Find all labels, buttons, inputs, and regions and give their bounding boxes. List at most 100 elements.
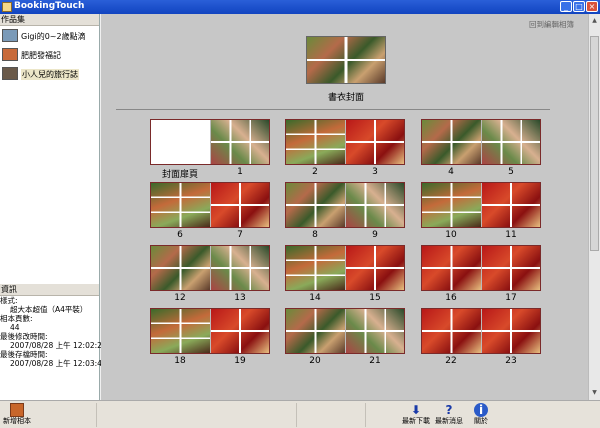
page-thumbnail[interactable] <box>480 120 540 164</box>
page-spread[interactable] <box>285 308 405 354</box>
download-button[interactable]: ⬇ 最新下載 <box>399 403 433 428</box>
page-thumbnail[interactable] <box>344 120 404 164</box>
page-thumbnail[interactable] <box>422 120 481 164</box>
latest-news-button[interactable]: ? 最新消息 <box>432 403 466 428</box>
download-label: 最新下載 <box>402 417 430 425</box>
page-number-label: 18 <box>174 356 186 366</box>
page-thumbnail[interactable] <box>286 246 345 290</box>
page-number-label: 7 <box>237 230 243 240</box>
saved-label: 最後存檔時間: <box>0 350 48 359</box>
album-thumbnail-icon <box>2 48 18 61</box>
toolbar-separator <box>96 403 97 427</box>
cover-label: 書衣封面 <box>327 93 364 103</box>
page-thumbnail[interactable] <box>151 309 210 353</box>
page-number-label: 12 <box>174 293 186 303</box>
page-thumbnail[interactable] <box>209 246 269 290</box>
works-header: 作品集 <box>0 14 99 26</box>
page-spread[interactable] <box>421 308 541 354</box>
bottom-toolbar: 新增相本 ⬇ 最新下載 ? 最新消息 i 關於 <box>0 400 600 428</box>
work-item-0[interactable]: Gigi的0~2歲點滴 <box>0 26 99 45</box>
info-header: 資訊 <box>0 284 99 296</box>
minimize-icon[interactable]: _ <box>560 1 572 12</box>
new-album-button[interactable]: 新增相本 <box>0 403 34 428</box>
maximize-icon[interactable]: □ <box>573 1 585 12</box>
page-thumbnail[interactable] <box>286 120 345 164</box>
page-number-label: 1 <box>237 167 243 177</box>
modified-value: 2007/08/28 上午 12:02:26 <box>10 341 107 350</box>
work-item-2[interactable]: 小人兒的旅行誌 <box>0 64 99 83</box>
style-label: 樣式: <box>0 296 18 305</box>
page-number-label: 21 <box>369 356 381 366</box>
page-thumbnail[interactable] <box>151 120 210 164</box>
close-icon[interactable]: × <box>586 1 598 12</box>
scrollbar-thumb[interactable] <box>590 36 599 251</box>
page-number-label: 13 <box>234 293 246 303</box>
page-thumbnail[interactable] <box>209 183 269 227</box>
page-thumbnail[interactable] <box>151 246 210 290</box>
page-spread[interactable] <box>285 182 405 228</box>
page-spread[interactable] <box>285 245 405 291</box>
page-thumbnail[interactable] <box>286 183 345 227</box>
window-title: BookingTouch <box>14 1 85 11</box>
app-icon <box>2 2 12 12</box>
book-cover-thumbnail[interactable] <box>306 36 386 84</box>
page-number-label: 11 <box>505 230 517 240</box>
page-number-label: 19 <box>234 356 246 366</box>
page-spread[interactable] <box>421 245 541 291</box>
page-number-label: 16 <box>445 293 457 303</box>
latest-news-label: 最新消息 <box>435 417 463 425</box>
page-thumbnail[interactable] <box>422 309 481 353</box>
work-label: Gigi的0~2歲點滴 <box>21 32 86 41</box>
question-icon: ? <box>445 403 453 417</box>
page-thumbnail[interactable] <box>480 183 540 227</box>
page-thumbnail[interactable] <box>480 246 540 290</box>
scroll-up-icon[interactable]: ▲ <box>590 16 599 25</box>
page-spread[interactable] <box>150 119 270 165</box>
back-to-edit-link[interactable]: 回到編輯相簿 <box>529 19 574 30</box>
album-thumbnail-icon <box>2 29 18 42</box>
page-thumbnail[interactable] <box>209 120 269 164</box>
book-preview-area[interactable]: 回到編輯相簿 書衣封面 封面扉頁 1 2 3 4 5 6 7 8 9 10 11 12 13 14 15 16 1… <box>101 14 588 400</box>
vertical-scrollbar[interactable]: ▲ ▼ <box>588 14 600 400</box>
page-thumbnail[interactable] <box>286 309 345 353</box>
scroll-down-icon[interactable]: ▼ <box>590 388 599 397</box>
page-thumbnail[interactable] <box>209 309 269 353</box>
about-label: 關於 <box>474 417 488 425</box>
page-thumbnail[interactable] <box>344 246 404 290</box>
page-number-label: 10 <box>445 230 457 240</box>
page-spread[interactable] <box>421 119 541 165</box>
page-number-label: 20 <box>309 356 321 366</box>
album-icon <box>10 403 24 417</box>
toolbar-separator <box>365 403 366 427</box>
about-button[interactable]: i 關於 <box>464 403 498 428</box>
page-number-label: 6 <box>177 230 183 240</box>
page-thumbnail[interactable] <box>151 183 210 227</box>
page-thumbnail[interactable] <box>344 183 404 227</box>
modified-label: 最後修改時間: <box>0 332 48 341</box>
page-number-label: 9 <box>372 230 378 240</box>
title-bar: BookingTouch _ □ × <box>0 0 600 14</box>
page-number-label: 15 <box>369 293 381 303</box>
down-arrow-icon: ⬇ <box>410 403 422 417</box>
page-thumbnail[interactable] <box>344 309 404 353</box>
page-spread[interactable] <box>150 308 270 354</box>
page-thumbnail[interactable] <box>480 309 540 353</box>
page-number-label: 14 <box>309 293 321 303</box>
album-thumbnail-icon <box>2 67 18 80</box>
page-spread[interactable] <box>285 119 405 165</box>
page-number-label: 22 <box>445 356 457 366</box>
page-number-label: 23 <box>505 356 517 366</box>
page-number-label: 2 <box>312 167 318 177</box>
page-thumbnail[interactable] <box>422 183 481 227</box>
page-thumbnail[interactable] <box>422 246 481 290</box>
page-spread[interactable] <box>150 245 270 291</box>
new-album-label: 新增相本 <box>3 417 31 425</box>
page-spread[interactable] <box>150 182 270 228</box>
page-number-label: 3 <box>372 167 378 177</box>
page-number-label: 封面扉頁 <box>161 170 198 180</box>
work-item-1[interactable]: 肥肥發福記 <box>0 45 99 64</box>
toolbar-separator <box>296 403 297 427</box>
page-spread[interactable] <box>421 182 541 228</box>
page-number-label: 5 <box>508 167 514 177</box>
work-label: 肥肥發福記 <box>21 51 61 60</box>
